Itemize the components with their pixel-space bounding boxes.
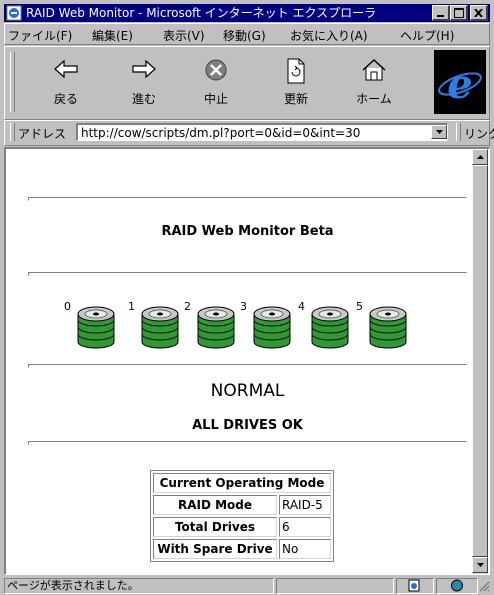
close-icon	[474, 8, 483, 17]
links-gripper[interactable]	[456, 123, 461, 141]
status-panel-zone	[436, 578, 478, 594]
minimize-button[interactable]	[432, 5, 450, 21]
address-dropdown-button[interactable]	[431, 125, 447, 139]
chevron-down-icon	[435, 130, 443, 134]
internet-zone-icon	[451, 579, 463, 592]
drive-5: 5	[356, 298, 414, 350]
address-url: http://cow/scripts/dm.pl?port=0&id=0&int…	[81, 126, 361, 140]
stop-button[interactable]: 中止	[184, 50, 248, 114]
close-button[interactable]	[470, 5, 488, 21]
scroll-down-button[interactable]	[472, 557, 488, 573]
home-button[interactable]: ホーム	[342, 50, 406, 114]
minimize-icon	[437, 15, 444, 17]
maximize-icon	[453, 7, 464, 18]
disk-stack-icon	[197, 306, 235, 349]
refresh-button[interactable]: 更新	[264, 50, 328, 114]
forward-button[interactable]: 進む	[112, 50, 176, 114]
address-field[interactable]: http://cow/scripts/dm.pl?port=0&id=0&int…	[76, 123, 448, 141]
menu-favorites[interactable]: お気に入り(A)	[290, 27, 368, 44]
status-panel-3	[396, 578, 434, 594]
divider-1	[28, 197, 467, 201]
menu-view[interactable]: 表示(V)	[163, 27, 205, 44]
menu-go[interactable]: 移動(G)	[223, 27, 266, 44]
back-arrow-icon	[54, 59, 78, 79]
disk-stack-icon	[253, 306, 291, 349]
table-cell-label: With Spare Drive	[153, 539, 277, 559]
page-title: RAID Web Monitor Beta	[161, 224, 334, 239]
table-cell-value: 6	[279, 517, 331, 537]
table-cell-value: RAID-5	[279, 495, 331, 515]
divider-2	[28, 272, 467, 276]
table-header: Current Operating Mode	[153, 473, 331, 493]
drive-3: 3	[240, 298, 298, 350]
back-button[interactable]: 戻る	[34, 50, 98, 114]
back-label: 戻る	[53, 92, 78, 106]
table-row: RAID Mode RAID-5	[153, 495, 331, 515]
status-heading: NORMAL	[210, 381, 285, 401]
address-gripper[interactable]	[10, 123, 15, 141]
stop-label: 中止	[203, 92, 228, 106]
table-row: Total Drives 6	[153, 517, 331, 537]
arrow-down-icon	[476, 563, 484, 567]
page-loaded-icon	[408, 579, 420, 592]
operating-mode-table: Current Operating Mode RAID Mode RAID-5 …	[150, 470, 334, 562]
divider-4	[28, 441, 467, 445]
drive-2: 2	[184, 298, 242, 350]
scroll-thumb[interactable]	[472, 165, 488, 557]
status-text: ページが表示されました。	[7, 579, 139, 592]
arrow-up-icon	[476, 155, 484, 159]
status-panel-2	[276, 578, 394, 594]
drive-1: 1	[128, 298, 186, 350]
ie-logo-icon: e	[434, 50, 486, 114]
disk-stack-icon	[77, 306, 115, 349]
svg-text:e: e	[447, 61, 472, 108]
disk-stack-icon	[369, 306, 407, 349]
disk-stack-icon	[311, 306, 349, 349]
forward-label: 進む	[131, 92, 156, 106]
maximize-button[interactable]	[450, 5, 468, 21]
drive-4: 4	[298, 298, 356, 350]
divider-3	[28, 364, 467, 368]
menu-file[interactable]: ファイル(F)	[8, 27, 72, 44]
table-row: Current Operating Mode	[153, 473, 331, 493]
table-row: With Spare Drive No	[153, 539, 331, 559]
drive-0: 0	[64, 298, 122, 350]
forward-arrow-icon	[132, 59, 156, 79]
refresh-label: 更新	[283, 92, 308, 106]
window-title: RAID Web Monitor - Microsoft インターネット エクス…	[26, 6, 377, 20]
table-cell-value: No	[279, 539, 331, 559]
title-bar[interactable]: RAID Web Monitor - Microsoft インターネット エクス…	[4, 4, 490, 22]
table-cell-label: RAID Mode	[153, 495, 277, 515]
scroll-up-button[interactable]	[472, 149, 488, 165]
home-icon	[362, 59, 386, 81]
refresh-icon	[287, 58, 305, 84]
address-label: アドレス	[18, 127, 67, 141]
toolbar-gripper[interactable]	[10, 52, 15, 112]
menu-help[interactable]: ヘルプ(H)	[400, 27, 454, 44]
links-label[interactable]: リンク	[464, 125, 494, 142]
disk-stack-icon	[141, 306, 179, 349]
home-label: ホーム	[356, 92, 392, 106]
ie-window-icon[interactable]	[6, 5, 22, 21]
table-cell-label: Total Drives	[153, 517, 277, 537]
status-text-panel: ページが表示されました。	[4, 578, 274, 594]
status-detail: ALL DRIVES OK	[192, 418, 303, 433]
stop-icon	[205, 59, 227, 81]
menu-edit[interactable]: 編集(E)	[92, 27, 133, 44]
resize-grip-icon[interactable]	[478, 580, 490, 592]
